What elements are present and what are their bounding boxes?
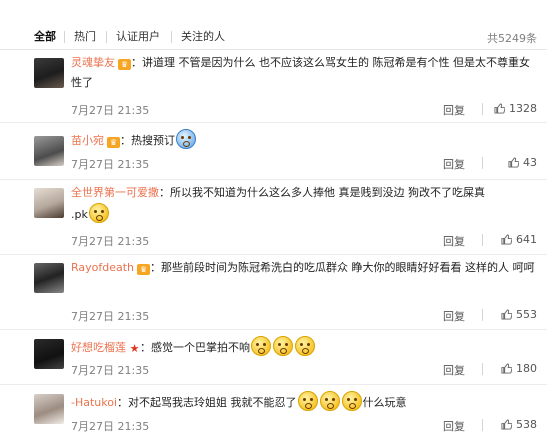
comment-time: 7月27日 21:35: [71, 104, 150, 117]
action-divider: [482, 234, 483, 246]
doraemon-emoji-icon: [176, 129, 196, 149]
comment-time: 7月27日 21:35: [71, 158, 150, 171]
smile-emoji-icon: [297, 391, 318, 411]
thumbs-up-icon: [494, 103, 505, 114]
username-link[interactable]: 全世界第一可爱撒: [71, 186, 159, 199]
like-button[interactable]: 553: [501, 308, 537, 321]
like-count: 538: [516, 418, 537, 431]
reply-button[interactable]: 回复: [443, 418, 465, 434]
like-count: 43: [523, 156, 537, 169]
smirk-emoji-icon: [88, 203, 109, 223]
like-count: 180: [516, 362, 537, 375]
comment-body: 灵魂挚友 ♛ ：讲道理 不管是因为什么 也不应该这么骂女生的 陈冠希是有个性 但是太…: [71, 53, 537, 93]
dizzy-emoji-icon: [273, 336, 293, 356]
thumbs-up-icon: [501, 419, 512, 430]
comment-filter-tabs: 全部 热门 认证用户 关注的人 共5249条: [0, 0, 547, 50]
comment-text-continued: .pk: [71, 208, 88, 221]
like-count: 553: [516, 308, 537, 321]
like-button[interactable]: 180: [501, 362, 537, 375]
reply-button[interactable]: 回复: [443, 102, 465, 118]
action-divider: [482, 103, 483, 115]
tab-divider: [171, 31, 172, 43]
comment-item: 灵魂挚友 ♛ ：讲道理 不管是因为什么 也不应该这么骂女生的 陈冠希是有个性 但是太…: [0, 50, 547, 123]
comment-body: 苗小宛 ♛ ：热搜预订: [71, 129, 537, 151]
dizzy-emoji-icon: [251, 336, 271, 356]
tab-hot[interactable]: 热门: [74, 30, 96, 44]
like-count: 641: [516, 233, 537, 246]
vip-crown-icon: ♛: [118, 59, 131, 70]
like-button[interactable]: 43: [508, 156, 537, 169]
action-divider: [482, 309, 483, 321]
action-divider: [482, 157, 483, 169]
thumbs-up-icon: [508, 157, 519, 168]
comment-body: 好想吃榴莲 ★：感觉一个巴掌拍不响: [71, 336, 537, 358]
avatar[interactable]: [34, 394, 64, 424]
action-divider: [482, 363, 483, 375]
tab-all[interactable]: 全部: [34, 30, 56, 44]
comment-item: 好想吃榴莲 ★：感觉一个巴掌拍不响 7月27日 21:35 回复 180: [0, 330, 547, 385]
comment-item: 苗小宛 ♛ ：热搜预订 7月27日 21:35 回复 43: [0, 123, 547, 180]
reply-button[interactable]: 回复: [443, 362, 465, 378]
vip-crown-icon: ♛: [137, 264, 151, 275]
reply-button[interactable]: 回复: [443, 308, 465, 324]
comment-time: 7月27日 21:35: [71, 364, 150, 377]
like-count: 1328: [509, 102, 537, 115]
comment-text: ：那些前段时间为陈冠希洗白的吃瓜群众 睁大你的眼睛好好看看 这样的人 呵呵: [150, 261, 535, 274]
username-link[interactable]: 灵魂挚友: [71, 56, 115, 69]
action-divider: [482, 419, 483, 431]
username-link[interactable]: 苗小宛: [71, 134, 104, 147]
comment-item: Rayofdeath ♛ ：那些前段时间为陈冠希洗白的吃瓜群众 睁大你的眼睛好好看看…: [0, 255, 547, 330]
comment-text: ：所以我不知道为什么这么多人捧他 真是贱到没边 狗改不了吃屎真: [159, 186, 485, 199]
tab-following[interactable]: 关注的人: [181, 30, 225, 44]
username-link[interactable]: 好想吃榴莲: [71, 341, 126, 354]
avatar[interactable]: [34, 339, 64, 369]
avatar[interactable]: [34, 263, 64, 293]
comment-total-count: 共5249条: [487, 32, 537, 45]
comment-text: ：热搜预订: [120, 134, 175, 147]
avatar[interactable]: [34, 136, 64, 166]
comment-time: 7月27日 21:35: [71, 235, 150, 248]
username-link[interactable]: -Hatukoi: [71, 396, 117, 409]
like-button[interactable]: 641: [501, 233, 537, 246]
thumbs-up-icon: [501, 309, 512, 320]
username-link[interactable]: Rayofdeath: [71, 261, 134, 274]
comment-body: Rayofdeath ♛ ：那些前段时间为陈冠希洗白的吃瓜群众 睁大你的眼睛好好看看…: [71, 258, 537, 278]
tab-divider: [64, 31, 65, 43]
dizzy-emoji-icon: [295, 336, 315, 356]
comment-text: ：讲道理 不管是因为什么 也不应该这么骂女生的 陈冠希是有个性 但是太不尊重女性…: [71, 56, 530, 89]
reply-button[interactable]: 回复: [443, 156, 465, 172]
comment-time: 7月27日 21:35: [71, 420, 150, 433]
comment-time: 7月27日 21:35: [71, 310, 150, 323]
like-button[interactable]: 538: [501, 418, 537, 431]
smile-emoji-icon: [319, 391, 340, 411]
comment-text: ：对不起骂我志玲姐姐 我就不能忍了: [117, 396, 297, 409]
thumbs-up-icon: [501, 363, 512, 374]
smile-emoji-icon: [341, 391, 362, 411]
like-button[interactable]: 1328: [494, 102, 537, 115]
star-icon: ★: [129, 342, 140, 355]
thumbs-up-icon: [501, 234, 512, 245]
comment-body: 全世界第一可爱撒：所以我不知道为什么这么多人捧他 真是贱到没边 狗改不了吃屎真 …: [71, 183, 537, 225]
comment-text: ：感觉一个巴掌拍不响: [140, 341, 250, 354]
tab-divider: [106, 31, 107, 43]
vip-crown-icon: ♛: [107, 137, 120, 148]
comment-text-continued: 什么玩意: [362, 396, 407, 409]
avatar[interactable]: [34, 58, 64, 88]
comment-body: -Hatukoi：对不起骂我志玲姐姐 我就不能忍了 什么玩意: [71, 391, 537, 413]
comment-item: 全世界第一可爱撒：所以我不知道为什么这么多人捧他 真是贱到没边 狗改不了吃屎真 …: [0, 180, 547, 255]
comment-item: -Hatukoi：对不起骂我志玲姐姐 我就不能忍了 什么玩意 7月27日 21:3…: [0, 385, 547, 443]
tab-verified[interactable]: 认证用户: [116, 30, 160, 44]
reply-button[interactable]: 回复: [443, 233, 465, 249]
avatar[interactable]: [34, 188, 64, 218]
